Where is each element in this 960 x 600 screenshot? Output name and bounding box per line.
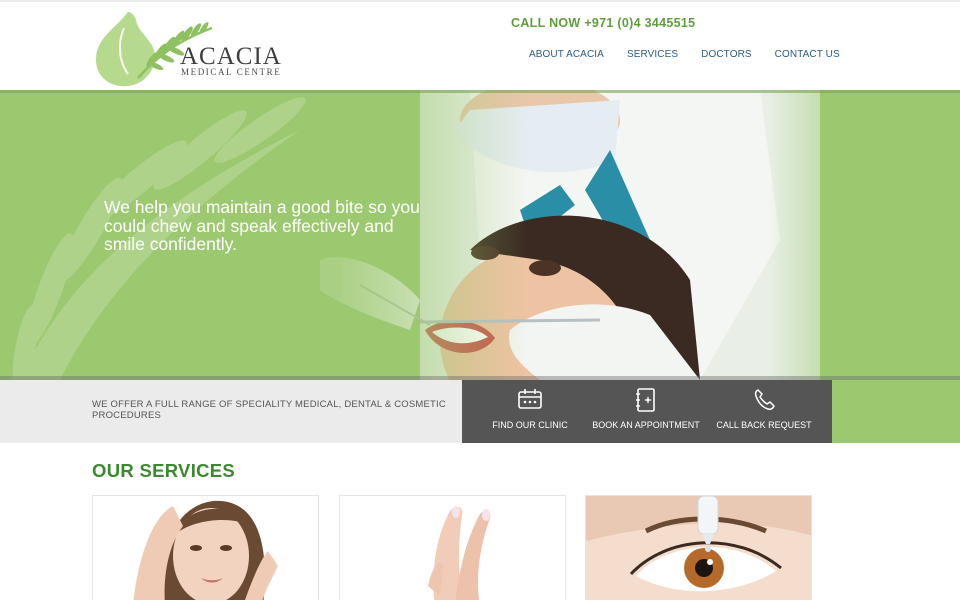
service-card-manicure[interactable]	[339, 495, 566, 600]
eye-drops-image	[586, 496, 811, 600]
book-appointment-button[interactable]: BOOK AN APPOINTMENT	[588, 380, 704, 443]
main-nav: ABOUT ACACIA SERVICES DOCTORS CONTACT US	[529, 49, 840, 60]
nav-services[interactable]: SERVICES	[627, 49, 678, 60]
hero-headline: We help you maintain a good bite so you …	[104, 197, 420, 254]
calendar-icon	[518, 389, 542, 409]
quick-actions-strip: WE OFFER A FULL RANGE OF SPECIALITY MEDI…	[0, 380, 960, 443]
nav-doctors[interactable]: DOCTORS	[701, 49, 752, 60]
actions-panel: FIND OUR CLINIC BOOK AN APPOINTMENT CALL…	[462, 380, 832, 443]
brand-name: ACACIA	[180, 43, 282, 70]
site-header: ACACIA MEDICAL CENTRE CALL NOW +971 (0)4…	[0, 0, 960, 90]
brand-subtitle: MEDICAL CENTRE	[181, 67, 282, 77]
phone-icon	[754, 389, 775, 410]
strip-accent	[832, 380, 960, 443]
book-appointment-label: BOOK AN APPOINTMENT	[592, 420, 700, 430]
service-card-skincare[interactable]	[92, 495, 319, 600]
find-clinic-button[interactable]: FIND OUR CLINIC	[472, 380, 588, 443]
call-back-request-label: CALL BACK REQUEST	[716, 420, 812, 430]
service-card-eye-care[interactable]	[585, 495, 812, 600]
offer-panel: WE OFFER A FULL RANGE OF SPECIALITY MEDI…	[0, 380, 462, 443]
acacia-logo[interactable]: ACACIA MEDICAL CENTRE	[94, 8, 284, 90]
call-now-phone[interactable]: CALL NOW +971 (0)4 3445515	[511, 16, 695, 30]
offer-text: WE OFFER A FULL RANGE OF SPECIALITY MEDI…	[92, 399, 446, 421]
services-title: OUR SERVICES	[92, 460, 236, 481]
call-back-request-button[interactable]: CALL BACK REQUEST	[706, 380, 822, 443]
woman-face-image	[93, 496, 318, 600]
hero-banner: We help you maintain a good bite so you …	[0, 90, 960, 380]
find-clinic-label: FIND OUR CLINIC	[492, 420, 568, 430]
notebook-icon	[636, 388, 655, 412]
nav-contact-us[interactable]: CONTACT US	[775, 49, 840, 60]
nav-about-acacia[interactable]: ABOUT ACACIA	[529, 49, 604, 60]
hands-image	[340, 496, 565, 600]
